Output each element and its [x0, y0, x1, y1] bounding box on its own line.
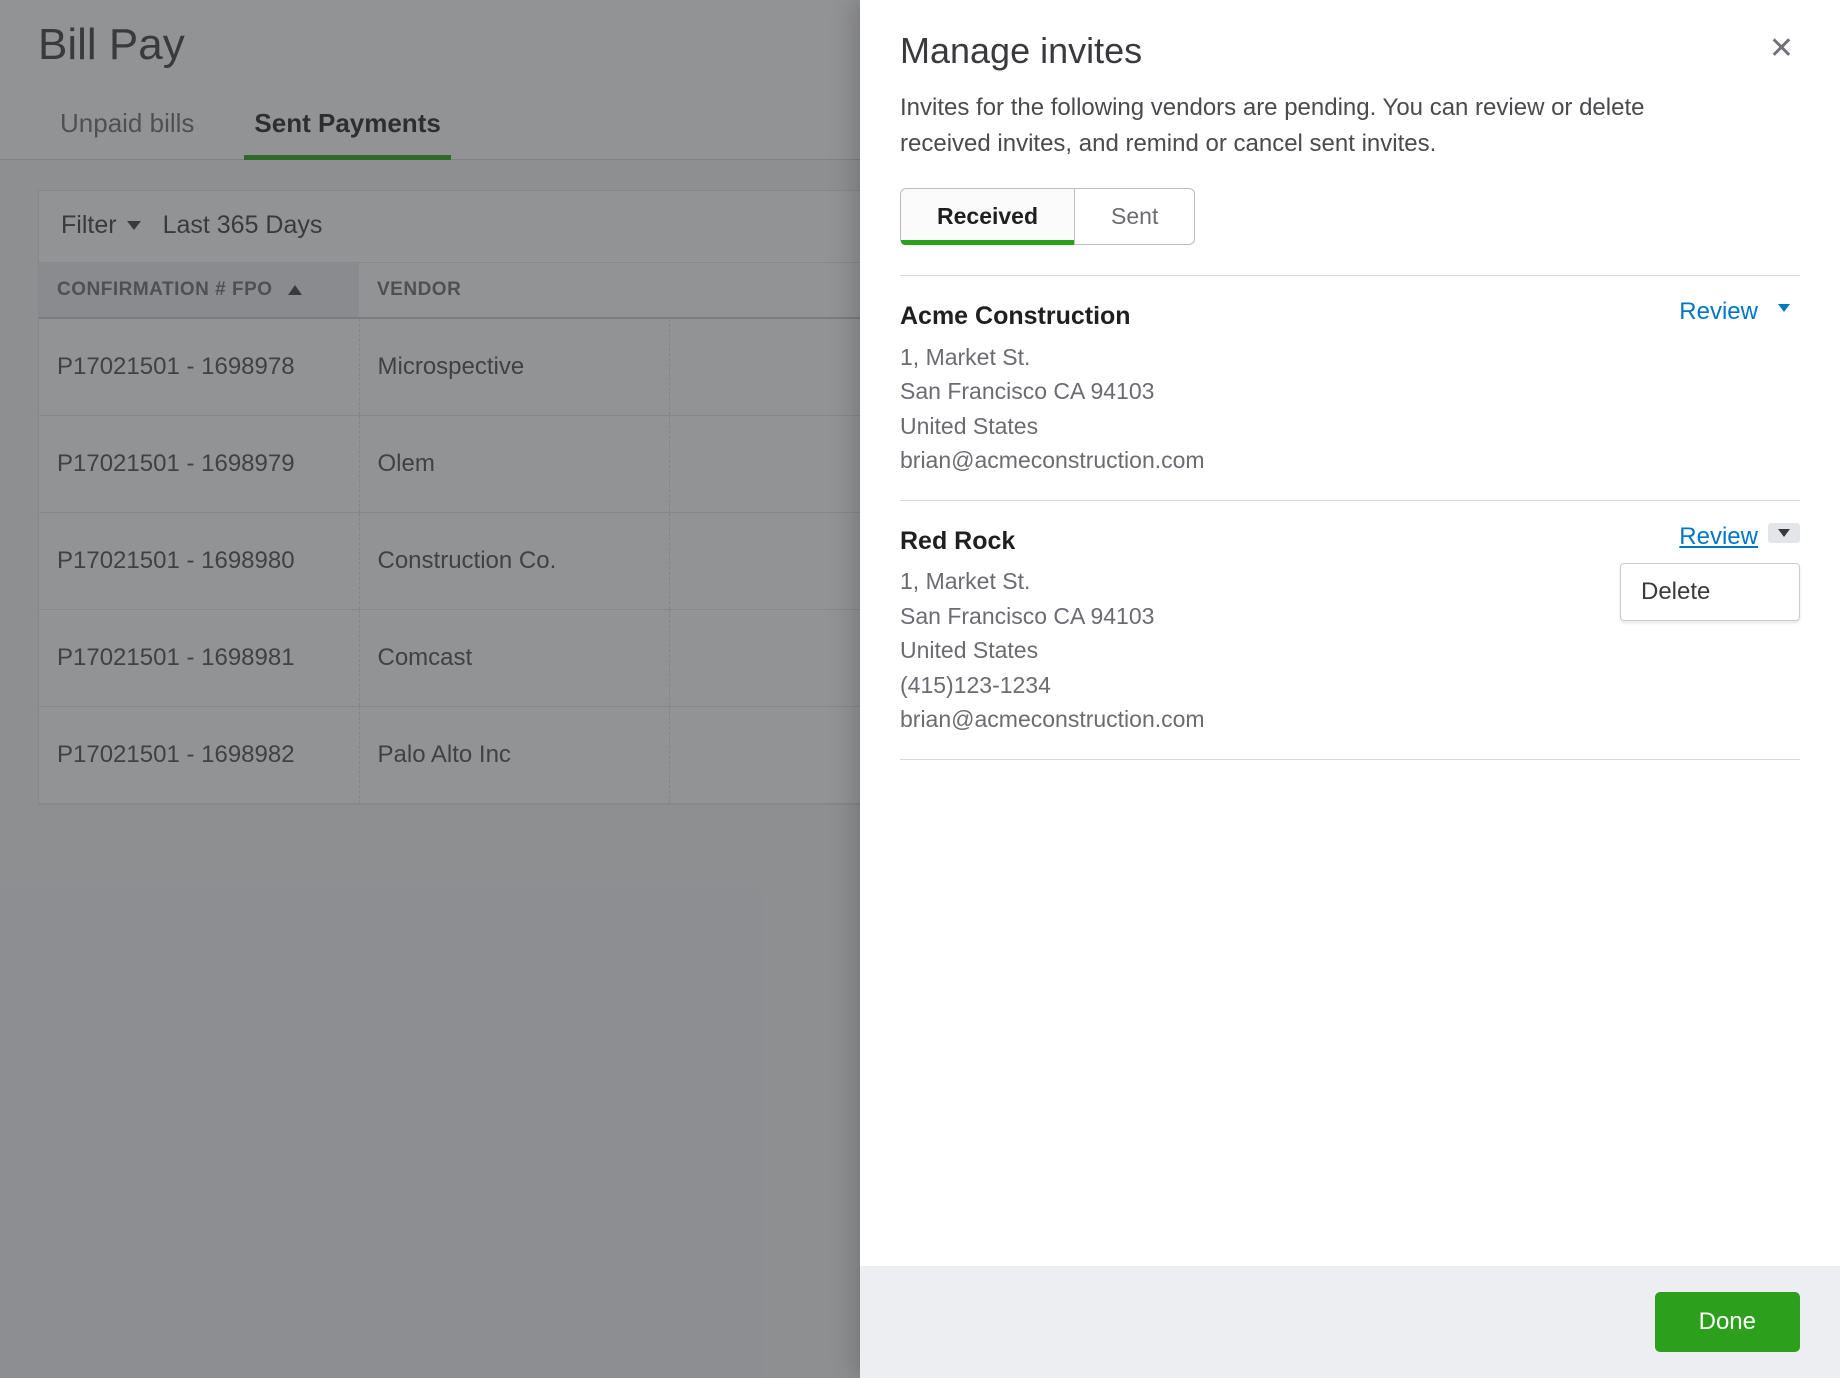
invite-email: brian@acmeconstruction.com — [900, 702, 1205, 737]
invite-country: United States — [900, 409, 1205, 444]
invite-phone: (415)123-1234 — [900, 668, 1205, 703]
invite-info: Red Rock1, Market St.San Francisco CA 94… — [900, 523, 1205, 737]
invite-country: United States — [900, 633, 1205, 668]
action-dropdown-toggle[interactable] — [1768, 523, 1800, 543]
done-button[interactable]: Done — [1655, 1292, 1800, 1352]
review-link[interactable]: Review — [1679, 523, 1768, 551]
invite-actions: Review — [1679, 298, 1800, 478]
segmented-control: Received Sent — [900, 188, 1800, 245]
dropdown-item-delete[interactable]: Delete — [1621, 564, 1799, 620]
invite-item: Acme Construction 1, Market St.San Franci… — [900, 276, 1800, 501]
segment-sent[interactable]: Sent — [1075, 188, 1195, 245]
invite-street: 1, Market St. — [900, 340, 1205, 375]
drawer-title: Manage invites — [900, 30, 1142, 72]
action-dropdown-toggle[interactable] — [1768, 298, 1800, 318]
review-link[interactable]: Review — [1679, 298, 1768, 326]
action-dropdown: Delete — [1620, 563, 1800, 621]
manage-invites-drawer: Manage invites ✕ Invites for the followi… — [860, 0, 1840, 1378]
invite-info: Acme Construction 1, Market St.San Franci… — [900, 298, 1205, 478]
invite-city: San Francisco CA 94103 — [900, 599, 1205, 634]
drawer-footer: Done — [860, 1266, 1840, 1378]
caret-down-icon — [1778, 529, 1790, 537]
invite-vendor-name: Red Rock — [900, 523, 1205, 561]
invite-actions: ReviewDelete — [1679, 523, 1800, 737]
invite-item: Red Rock1, Market St.San Francisco CA 94… — [900, 501, 1800, 760]
drawer-description: Invites for the following vendors are pe… — [900, 90, 1740, 162]
invite-email: brian@acmeconstruction.com — [900, 443, 1205, 478]
close-icon[interactable]: ✕ — [1763, 30, 1800, 68]
invite-street: 1, Market St. — [900, 564, 1205, 599]
invite-city: San Francisco CA 94103 — [900, 374, 1205, 409]
invite-vendor-name: Acme Construction — [900, 298, 1205, 336]
segment-received[interactable]: Received — [900, 188, 1075, 245]
caret-down-icon — [1778, 304, 1790, 312]
